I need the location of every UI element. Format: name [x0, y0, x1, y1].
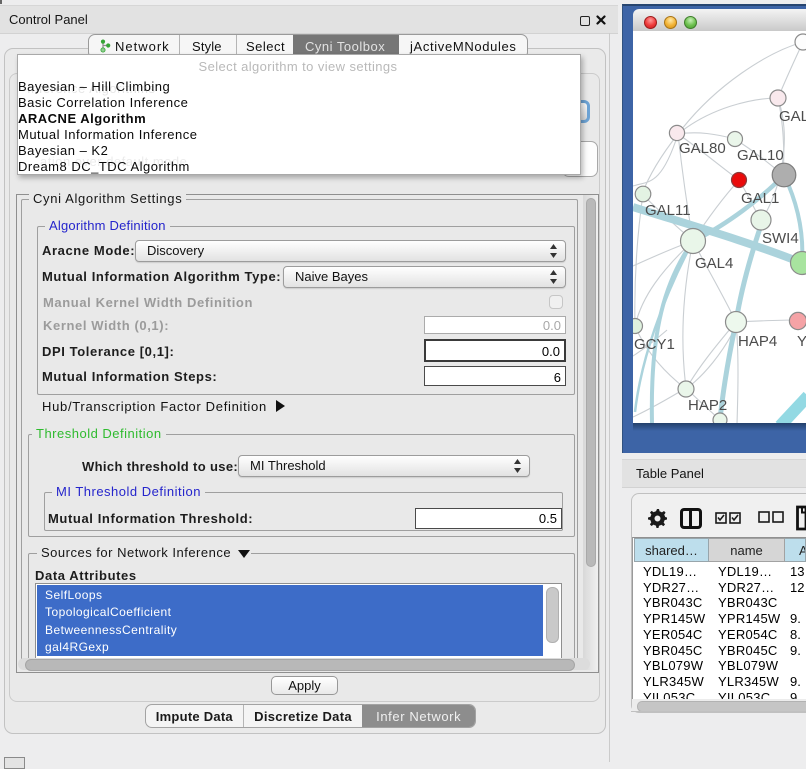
svg-text:HAP2: HAP2	[688, 397, 727, 414]
svg-text:GAL11: GAL11	[645, 202, 691, 219]
svg-text:GAL7: GAL7	[779, 108, 806, 125]
svg-text:HAP4: HAP4	[738, 333, 777, 350]
svg-text:Y: Y	[797, 333, 806, 350]
svg-text:GAL4: GAL4	[695, 255, 733, 272]
svg-text:GCY1: GCY1	[634, 336, 675, 353]
svg-text:GAL80: GAL80	[679, 140, 726, 157]
svg-text:SWI4: SWI4	[762, 230, 799, 247]
svg-text:GAL1: GAL1	[741, 190, 779, 207]
svg-text:GAL10: GAL10	[737, 147, 784, 164]
